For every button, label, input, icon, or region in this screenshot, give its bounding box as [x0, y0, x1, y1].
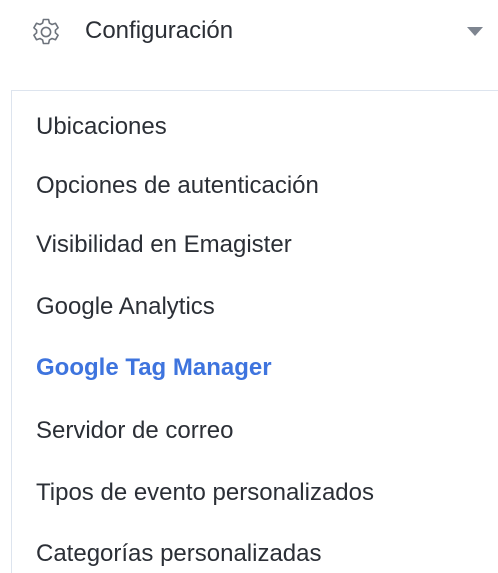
- gear-icon: [30, 16, 62, 48]
- configuracion-submenu: Ubicaciones Opciones de autenticación Vi…: [11, 90, 498, 573]
- submenu-item-categorias[interactable]: Categorías personalizadas: [36, 539, 322, 569]
- submenu-item-tipos-evento[interactable]: Tipos de evento personalizados: [36, 478, 374, 508]
- submenu-item-visibilidad-emagister[interactable]: Visibilidad en Emagister: [36, 230, 292, 260]
- caret-down-icon[interactable]: [467, 27, 483, 36]
- submenu-item-google-analytics[interactable]: Google Analytics: [36, 292, 215, 322]
- submenu-item-opciones-autenticacion[interactable]: Opciones de autenticación: [36, 171, 319, 201]
- configuracion-label: Configuración: [85, 17, 234, 44]
- settings-menu: Configuración Ubicaciones Opciones de au…: [0, 0, 498, 573]
- submenu-item-ubicaciones[interactable]: Ubicaciones: [36, 112, 167, 142]
- submenu-item-servidor-correo[interactable]: Servidor de correo: [36, 416, 233, 446]
- configuracion-menu-header[interactable]: Configuración: [0, 0, 498, 62]
- submenu-item-google-tag-manager[interactable]: Google Tag Manager: [36, 353, 272, 383]
